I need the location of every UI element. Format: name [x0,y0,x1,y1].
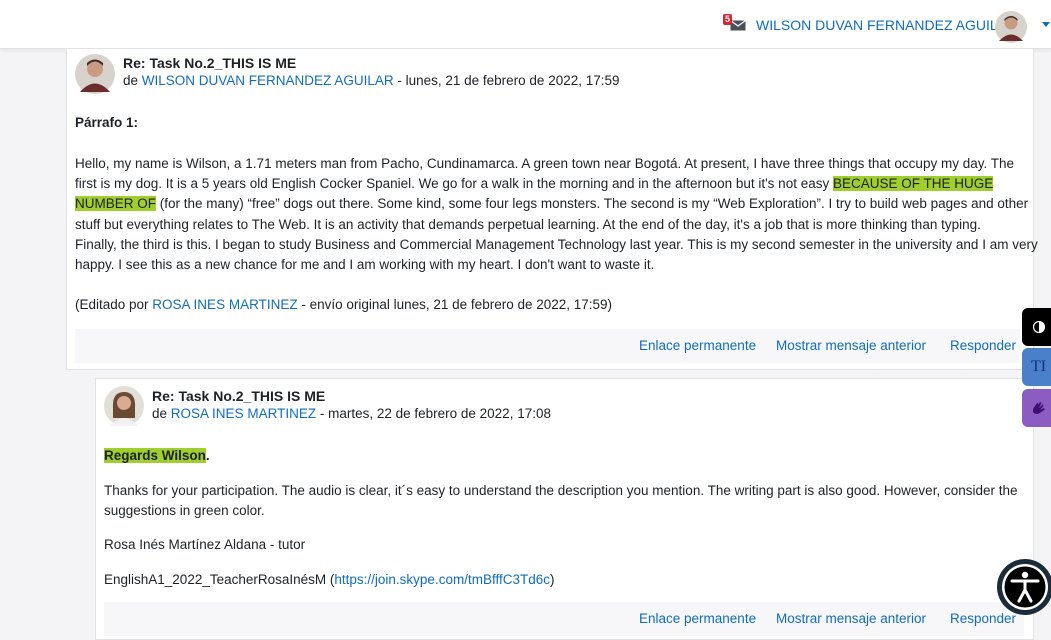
contrast-icon [1033,321,1045,333]
paragraph-heading: Párrafo 1: [75,115,139,130]
forum-post-reply: Re: Task No.2_THIS IS ME de ROSA INES MA… [95,378,1034,640]
body-line: NUMBER OF (for the many) “free” dogs out… [75,194,1030,214]
post-actions: Enlace permanente Mostrar mensaje anteri… [104,602,1024,636]
messages-icon[interactable] [730,20,746,31]
signature: Rosa Inés Martínez Aldana - tutor [104,537,306,552]
permalink-link[interactable]: Enlace permanente [639,338,756,353]
permalink-link[interactable]: Enlace permanente [639,611,756,626]
editor-link[interactable]: ROSA INES MARTINEZ [152,297,297,312]
body-line: happy. I see this as a new chance for me… [75,257,655,273]
highlighted-text: Regards Wilson [104,448,206,463]
body-line: Hello, my name is Wilson, a 1.71 meters … [75,156,1014,171]
text-size-tool[interactable]: TI [1022,348,1051,386]
contact-line: EnglishA1_2022_TeacherRosaInésM (https:/… [104,572,554,587]
notification-badge: 5 [723,14,733,25]
post-body: Hello, my name is Wilson, a 1.71 meters … [75,154,1038,275]
author-link[interactable]: WILSON DUVAN FERNANDEZ AGUILAR [142,73,394,88]
sign-language-icon [1033,402,1045,414]
greeting-end: . [205,448,210,463]
user-avatar[interactable] [995,11,1027,43]
post-byline: de ROSA INES MARTINEZ - martes, 22 de fe… [152,406,551,421]
top-navbar: 5 WILSON DUVAN FERNANDEZ AGUILAR [0,0,1051,49]
post-date: - martes, 22 de febrero de 2022, 17:08 [316,406,551,421]
highlighted-text: NUMBER OF [75,196,156,212]
post-byline: de WILSON DUVAN FERNANDEZ AGUILAR - lune… [123,73,620,88]
author-avatar[interactable] [104,386,144,426]
contact-suffix: ) [549,572,555,587]
greeting: Regards Wilson. [104,448,210,463]
body-line: stuff but everything relates to The Web.… [75,216,981,232]
author-link[interactable]: ROSA INES MARTINEZ [171,406,316,421]
accessibility-icon[interactable] [996,558,1051,616]
body-line: Finally, the third is this. I began to s… [75,236,1038,252]
reply-link[interactable]: Responder [950,338,1016,353]
body-line: Thanks for your participation. The audio… [104,483,1018,498]
post-date: - lunes, 21 de febrero de 2022, 17:59 [393,73,620,88]
post-subject: Re: Task No.2_THIS IS ME [123,55,297,71]
body-text: first is my dog. It is a 5 years old Eng… [75,176,833,192]
post-subject: Re: Task No.2_THIS IS ME [152,388,326,404]
post-body: Thanks for your participation. The audio… [104,481,1029,521]
user-menu-name[interactable]: WILSON DUVAN FERNANDEZ AGUILAR [756,17,1017,33]
body-text: (for the many) “free” dogs out there. So… [156,196,1029,212]
highlighted-text: BECAUSE OF THE HUGE [832,176,994,192]
by-prefix: de [152,406,168,421]
text-tool-icon: TI [1031,358,1047,375]
contact-prefix: EnglishA1_2022_TeacherRosaInésM ( [104,572,335,587]
show-parent-link[interactable]: Mostrar mensaje anterior [776,611,926,626]
show-parent-link[interactable]: Mostrar mensaje anterior [776,338,926,353]
forum-post: Re: Task No.2_THIS IS ME de WILSON DUVAN… [66,49,1038,370]
body-line: suggestions in green color. [104,503,265,519]
edited-prefix: (Editado por [75,297,153,312]
sign-language-tool[interactable] [1022,389,1051,427]
edited-note: (Editado por ROSA INES MARTINEZ - envío … [75,297,612,312]
skype-link[interactable]: https://join.skype.com/tmBfffC3Td6c [334,572,550,587]
body-line: first is my dog. It is a 5 years old Eng… [75,174,1030,194]
author-avatar[interactable] [75,54,115,94]
post-actions: Enlace permanente Mostrar mensaje anteri… [75,329,1020,363]
edited-suffix: - envío original lunes, 21 de febrero de… [297,297,613,312]
by-prefix: de [123,73,139,88]
chevron-down-icon[interactable] [1042,22,1050,27]
contrast-toggle[interactable] [1022,308,1051,346]
